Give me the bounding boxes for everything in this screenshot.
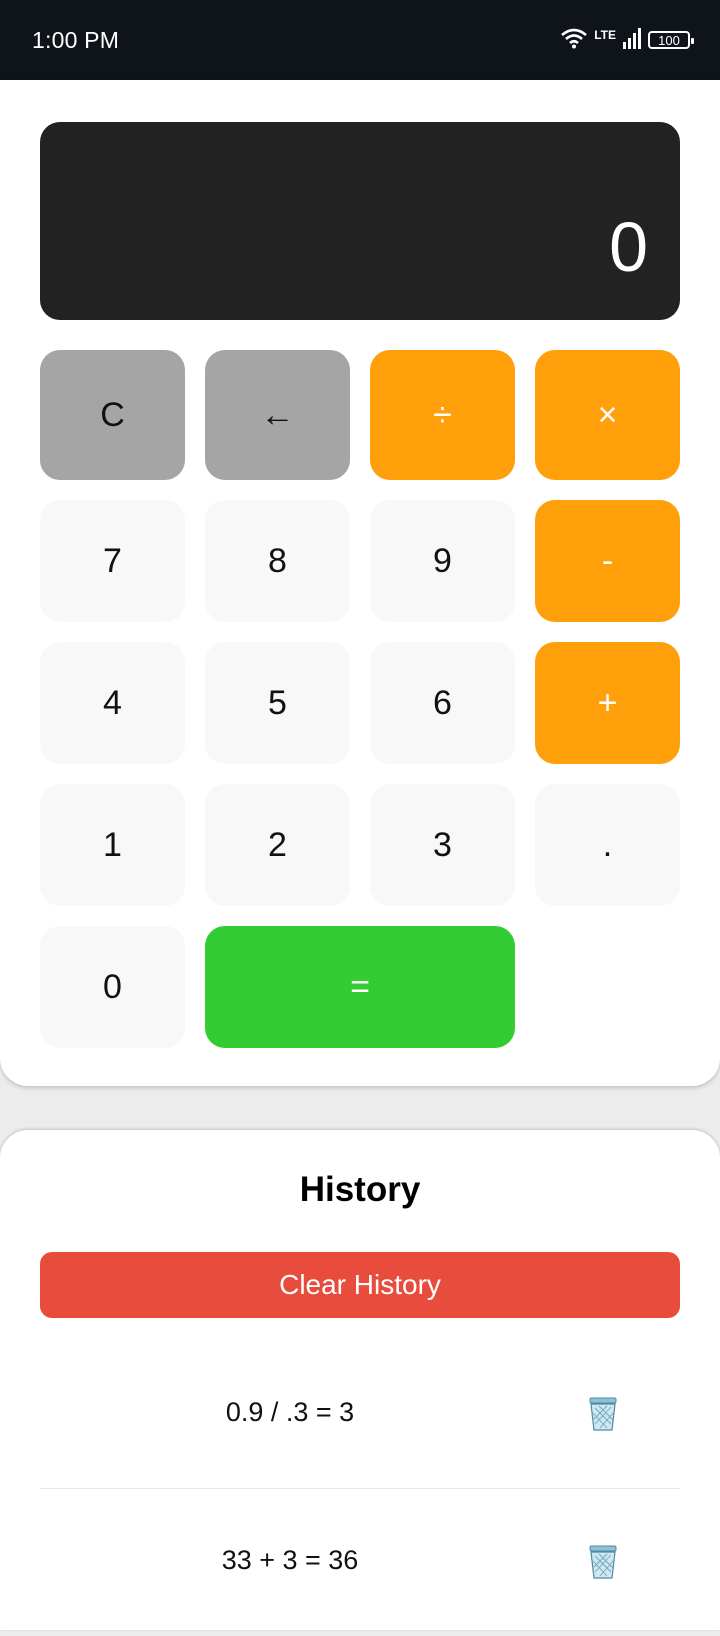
- history-expression: 33 + 3 = 36: [221, 1544, 359, 1575]
- clear-button[interactable]: C: [40, 350, 185, 480]
- five-button[interactable]: 5: [205, 642, 350, 764]
- three-button[interactable]: 3: [370, 784, 515, 906]
- display-value: 0: [609, 208, 648, 286]
- clear-history-button[interactable]: Clear History: [40, 1252, 680, 1318]
- seven-button[interactable]: 7: [40, 500, 185, 622]
- network-type-label: LTE: [594, 28, 616, 42]
- divide-button[interactable]: ÷: [370, 350, 515, 480]
- multiply-button[interactable]: ×: [535, 350, 680, 480]
- history-item[interactable]: 0.9 / .3 = 3: [40, 1336, 680, 1489]
- eight-button[interactable]: 8: [205, 500, 350, 622]
- history-expression: 0.9 / .3 = 3: [225, 1396, 355, 1427]
- wifi-icon: [560, 27, 588, 54]
- calculator-card: 0 C ← ÷ × 7 8 9 - 4 5 6 + 1 2 3 . 0 =: [0, 80, 720, 1086]
- status-icons: LTE 100: [554, 26, 694, 54]
- nine-button[interactable]: 9: [370, 500, 515, 622]
- backspace-button[interactable]: ←: [205, 350, 350, 480]
- two-button[interactable]: 2: [205, 784, 350, 906]
- history-item[interactable]: 33 + 3 = 36: [40, 1484, 680, 1636]
- trash-icon[interactable]: [586, 1394, 620, 1432]
- battery-level: 100: [658, 32, 680, 48]
- status-bar: 1:00 PM LTE 100: [0, 0, 720, 80]
- one-button[interactable]: 1: [40, 784, 185, 906]
- signal-icon: [622, 27, 642, 54]
- minus-button[interactable]: -: [535, 500, 680, 622]
- history-title: History: [299, 1170, 421, 1209]
- equals-button[interactable]: =: [205, 926, 515, 1048]
- history-card: History Clear History 0.9 / .3 = 3 33 + …: [0, 1130, 720, 1630]
- decimal-button[interactable]: .: [535, 784, 680, 906]
- six-button[interactable]: 6: [370, 642, 515, 764]
- plus-button[interactable]: +: [535, 642, 680, 764]
- four-button[interactable]: 4: [40, 642, 185, 764]
- trash-icon[interactable]: [586, 1542, 620, 1580]
- status-time: 1:00 PM: [32, 27, 120, 53]
- calculator-display: 0: [40, 122, 680, 320]
- zero-button[interactable]: 0: [40, 926, 185, 1048]
- battery-icon: 100: [648, 31, 694, 49]
